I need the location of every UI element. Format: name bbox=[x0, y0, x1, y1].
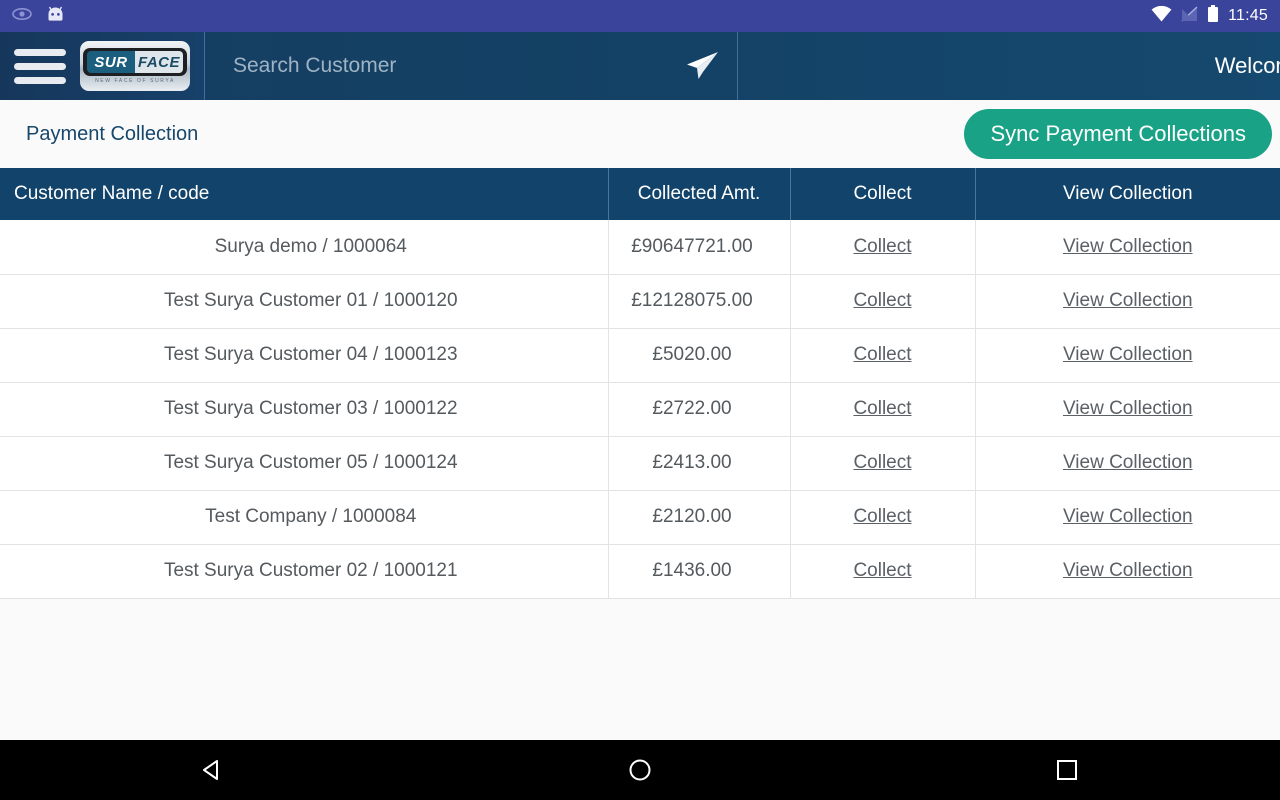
cell-customer-name: Test Company / 1000084 bbox=[0, 490, 608, 544]
logo-text-face: FACE bbox=[135, 51, 183, 73]
table-body: Surya demo / 1000064£90647721.00 Collect V… bbox=[0, 220, 1280, 598]
cell-collected-amount: £12128075.00 bbox=[608, 274, 790, 328]
view-collection-link[interactable]: View Collection bbox=[1063, 236, 1193, 257]
cell-collected-amount: £2120.00 bbox=[608, 490, 790, 544]
collect-link[interactable]: Collect bbox=[853, 398, 911, 419]
payment-collection-content: Customer Name / code Collected Amt. Coll… bbox=[0, 168, 1280, 740]
logo-plate: SUR FACE bbox=[83, 48, 187, 76]
column-header-view-collection: View Collection bbox=[975, 168, 1280, 220]
cell-collected-amount: £5020.00 bbox=[608, 328, 790, 382]
cell-collected-amount: £90647721.00 bbox=[608, 220, 790, 274]
eye-icon bbox=[12, 7, 32, 26]
table-header: Customer Name / code Collected Amt. Coll… bbox=[0, 168, 1280, 220]
status-bar-right-icons: 11:45 bbox=[1151, 5, 1268, 28]
cell-collect: Collect bbox=[790, 274, 975, 328]
view-collection-link[interactable]: View Collection bbox=[1063, 398, 1193, 419]
welcome-label: Welcome bbox=[1215, 53, 1280, 79]
send-paper-plane-icon[interactable] bbox=[675, 51, 719, 81]
surface-logo[interactable]: SUR FACE NEW FACE OF SURYA bbox=[80, 41, 190, 91]
view-collection-link[interactable]: View Collection bbox=[1063, 290, 1193, 311]
cell-collect: Collect bbox=[790, 382, 975, 436]
view-collection-link[interactable]: View Collection bbox=[1063, 506, 1193, 527]
status-bar-left-icons bbox=[12, 5, 65, 28]
app-header-bar: SUR FACE NEW FACE OF SURYA Welcome bbox=[0, 32, 1280, 100]
view-collection-link[interactable]: View Collection bbox=[1063, 452, 1193, 473]
table-row: Test Surya Customer 04 / 1000123£5020.00… bbox=[0, 328, 1280, 382]
wifi-icon bbox=[1151, 6, 1172, 27]
hamburger-bar-3 bbox=[14, 77, 66, 84]
back-triangle-icon[interactable] bbox=[153, 758, 273, 782]
payment-collection-table: Customer Name / code Collected Amt. Coll… bbox=[0, 168, 1280, 599]
android-status-bar: 11:45 bbox=[0, 0, 1280, 32]
cell-customer-name: Test Surya Customer 03 / 1000122 bbox=[0, 382, 608, 436]
cell-customer-name: Test Surya Customer 01 / 1000120 bbox=[0, 274, 608, 328]
collect-link[interactable]: Collect bbox=[853, 236, 911, 257]
table-header-row: Customer Name / code Collected Amt. Coll… bbox=[0, 168, 1280, 220]
table-row: Test Surya Customer 03 / 1000122£2722.00… bbox=[0, 382, 1280, 436]
app-header-brand-area: SUR FACE NEW FACE OF SURYA bbox=[0, 32, 205, 100]
search-input[interactable] bbox=[233, 54, 675, 78]
app-screen: 11:45 SUR FACE NEW FACE OF SURYA bbox=[0, 0, 1280, 800]
column-header-customer-name: Customer Name / code bbox=[0, 168, 608, 220]
logo-tagline: NEW FACE OF SURYA bbox=[95, 78, 175, 84]
page-title: Payment Collection bbox=[26, 123, 198, 146]
status-bar-clock: 11:45 bbox=[1228, 7, 1268, 25]
view-collection-link[interactable]: View Collection bbox=[1063, 344, 1193, 365]
table-row: Test Surya Customer 05 / 1000124£2413.00… bbox=[0, 436, 1280, 490]
cell-view-collection: View Collection bbox=[975, 220, 1280, 274]
cell-customer-name: Test Surya Customer 05 / 1000124 bbox=[0, 436, 608, 490]
collect-link[interactable]: Collect bbox=[853, 560, 911, 581]
battery-icon bbox=[1207, 5, 1219, 28]
cell-customer-name: Test Surya Customer 04 / 1000123 bbox=[0, 328, 608, 382]
android-robot-icon bbox=[46, 5, 65, 28]
collect-link[interactable]: Collect bbox=[853, 290, 911, 311]
view-collection-link[interactable]: View Collection bbox=[1063, 560, 1193, 581]
signal-icon bbox=[1181, 6, 1198, 27]
collect-link[interactable]: Collect bbox=[853, 506, 911, 527]
cell-collected-amount: £1436.00 bbox=[608, 544, 790, 598]
column-header-collect: Collect bbox=[790, 168, 975, 220]
search-bar bbox=[205, 32, 738, 100]
cell-view-collection: View Collection bbox=[975, 382, 1280, 436]
column-header-collected-amount: Collected Amt. bbox=[608, 168, 790, 220]
cell-view-collection: View Collection bbox=[975, 436, 1280, 490]
android-navigation-bar bbox=[0, 740, 1280, 800]
cell-collect: Collect bbox=[790, 220, 975, 274]
cell-collect: Collect bbox=[790, 544, 975, 598]
collect-link[interactable]: Collect bbox=[853, 452, 911, 473]
recents-square-icon[interactable] bbox=[1007, 759, 1127, 781]
home-circle-icon[interactable] bbox=[580, 758, 700, 782]
cell-collected-amount: £2413.00 bbox=[608, 436, 790, 490]
cell-view-collection: View Collection bbox=[975, 328, 1280, 382]
table-row: Test Surya Customer 02 / 1000121£1436.00… bbox=[0, 544, 1280, 598]
cell-view-collection: View Collection bbox=[975, 544, 1280, 598]
cell-collect: Collect bbox=[790, 328, 975, 382]
logo-text-sur: SUR bbox=[87, 51, 135, 73]
logo-wordmark: SUR FACE bbox=[87, 51, 183, 73]
page-title-bar: Payment Collection Sync Payment Collecti… bbox=[0, 100, 1280, 168]
sync-payment-collections-button[interactable]: Sync Payment Collections bbox=[964, 109, 1272, 159]
hamburger-bar-2 bbox=[14, 63, 66, 70]
cell-collect: Collect bbox=[790, 436, 975, 490]
table-row: Test Company / 1000084£2120.00 Collect Vie… bbox=[0, 490, 1280, 544]
app-header-welcome-area: Welcome bbox=[738, 32, 1280, 100]
hamburger-bar-1 bbox=[14, 49, 66, 56]
cell-collect: Collect bbox=[790, 490, 975, 544]
cell-customer-name: Surya demo / 1000064 bbox=[0, 220, 608, 274]
cell-view-collection: View Collection bbox=[975, 490, 1280, 544]
cell-view-collection: View Collection bbox=[975, 274, 1280, 328]
cell-collected-amount: £2722.00 bbox=[608, 382, 790, 436]
table-row: Surya demo / 1000064£90647721.00 Collect V… bbox=[0, 220, 1280, 274]
cell-customer-name: Test Surya Customer 02 / 1000121 bbox=[0, 544, 608, 598]
hamburger-menu-icon[interactable] bbox=[14, 49, 66, 84]
table-row: Test Surya Customer 01 / 1000120£1212807… bbox=[0, 274, 1280, 328]
collect-link[interactable]: Collect bbox=[853, 344, 911, 365]
